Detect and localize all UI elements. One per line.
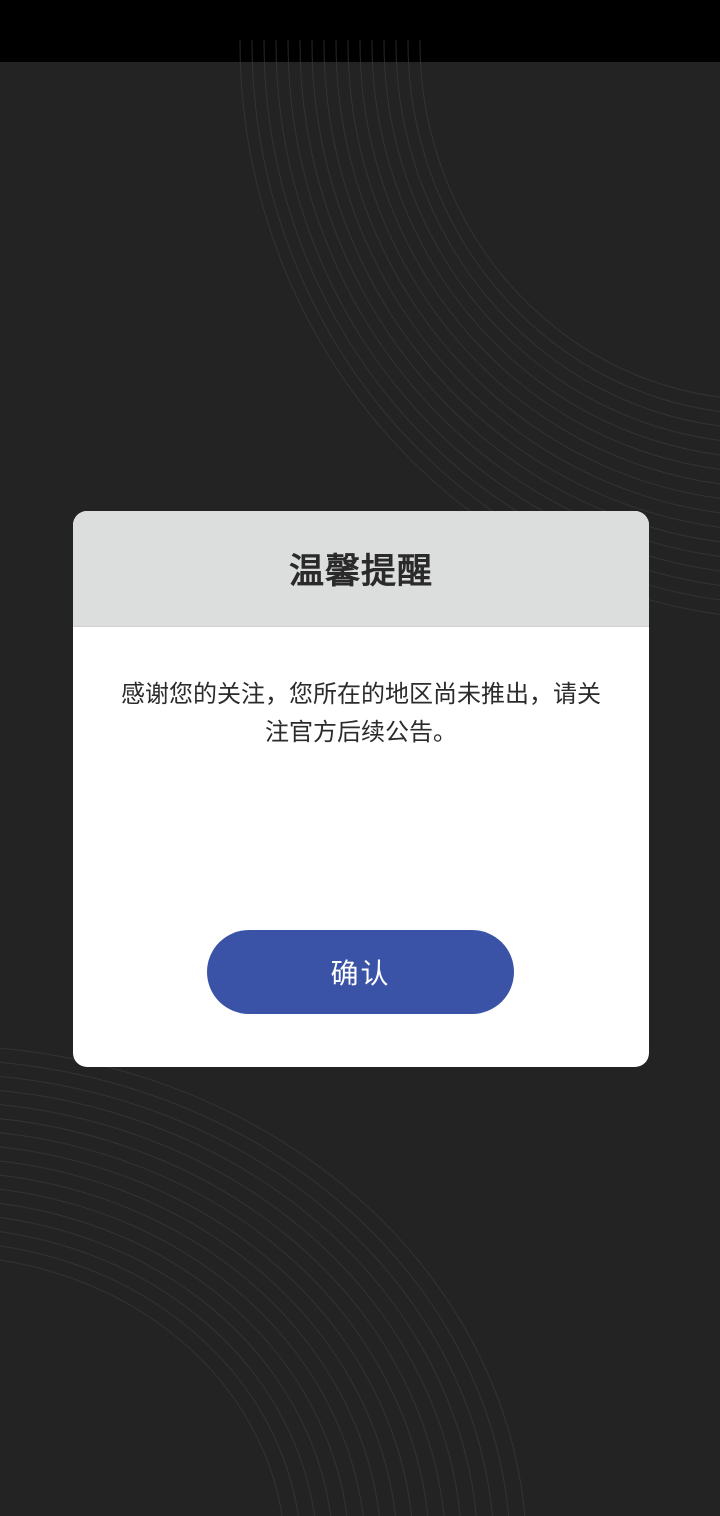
dialog-title: 温馨提醒 — [288, 552, 433, 592]
decoration-arc — [0, 1245, 299, 1516]
decoration-arc — [0, 1076, 493, 1516]
decoration-arc — [0, 1202, 348, 1516]
decoration-arc — [0, 1146, 413, 1516]
decoration-arc — [0, 1160, 396, 1516]
decoration-arc — [263, 39, 720, 586]
decoration-arc — [0, 1090, 477, 1516]
decoration-arc — [0, 1061, 509, 1516]
decoration-arc — [407, 39, 720, 412]
decoration-arc — [371, 39, 720, 456]
decoration-arc — [0, 1047, 526, 1516]
decoration-arc — [287, 39, 720, 557]
decoration-arc — [0, 1188, 364, 1516]
decoration-arc — [323, 39, 720, 514]
decoration-arc — [359, 39, 720, 470]
decoration-arc — [419, 39, 720, 398]
decoration-arc — [347, 39, 720, 485]
dialog-message: 感谢您的关注，您所在的地区尚未推出，请关注官方后续公告。 — [121, 680, 601, 746]
decoration-arc — [275, 39, 720, 572]
decoration-arc — [0, 1259, 283, 1516]
status-bar — [0, 0, 720, 62]
confirm-button[interactable]: 确认 — [207, 930, 514, 1014]
dialog-header: 温馨提醒 — [73, 511, 649, 627]
decoration-arc — [335, 39, 720, 499]
notice-dialog: 温馨提醒 感谢您的关注，您所在的地区尚未推出，请关注官方后续公告。 确认 — [73, 511, 649, 1067]
decoration-arc — [0, 1217, 332, 1516]
decoration-arc — [0, 1231, 315, 1516]
decoration-arc — [395, 39, 720, 427]
decoration-arc — [0, 1174, 380, 1516]
decoration-arc — [299, 39, 720, 543]
decoration-arc — [0, 1118, 445, 1516]
decoration-arc — [383, 39, 720, 441]
decoration-arc — [311, 39, 720, 528]
decoration-arc — [0, 1104, 461, 1516]
decoration-arc — [0, 1132, 429, 1516]
